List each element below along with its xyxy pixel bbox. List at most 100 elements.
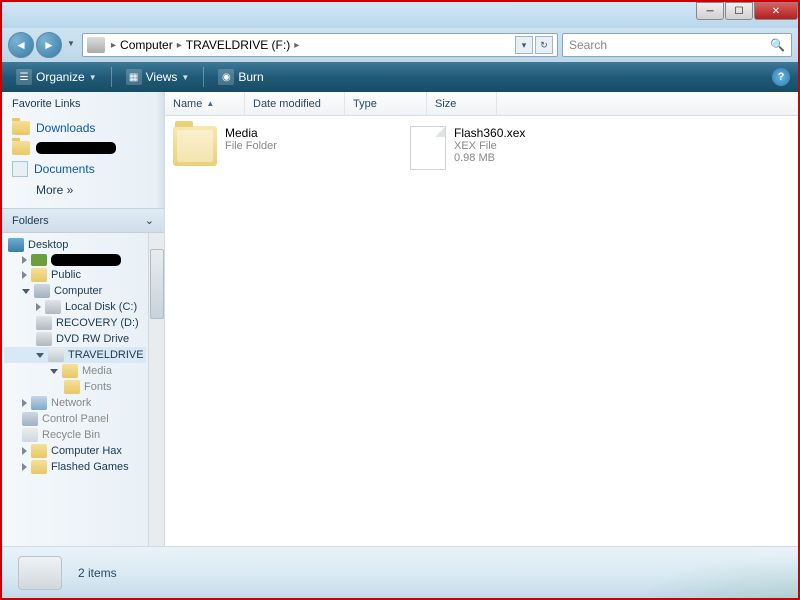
search-input[interactable]: Search 🔍 bbox=[562, 33, 792, 57]
breadcrumb-traveldrive[interactable]: TRAVELDRIVE (F:) bbox=[186, 38, 290, 52]
favorites-header: Favorite Links bbox=[2, 92, 164, 116]
column-size[interactable]: Size bbox=[427, 92, 497, 115]
tree-user-redacted[interactable] bbox=[4, 253, 146, 267]
search-placeholder: Search bbox=[569, 38, 607, 52]
expand-icon[interactable] bbox=[22, 256, 27, 264]
chevron-down-icon: ▼ bbox=[181, 73, 189, 82]
folder-icon bbox=[31, 268, 47, 282]
file-item-media[interactable]: Media File Folder bbox=[171, 124, 396, 168]
body-area: Favorite Links Downloads Documents More … bbox=[2, 92, 798, 546]
favorites-list: Downloads Documents More » bbox=[2, 116, 164, 208]
tree-network[interactable]: Network bbox=[4, 395, 146, 411]
chevron-down-icon: ▼ bbox=[89, 73, 97, 82]
explorer-window: ─ ☐ ✕ ◄ ► ▼ ▸ Computer ▸ TRAVELDRIVE (F:… bbox=[2, 2, 798, 598]
tree-recycle-bin[interactable]: Recycle Bin bbox=[4, 427, 146, 443]
window-controls: ─ ☐ ✕ bbox=[695, 2, 798, 20]
drive-icon bbox=[36, 316, 52, 330]
column-headers: Name▲ Date modified Type Size bbox=[165, 92, 798, 116]
file-list[interactable]: Media File Folder Flash360.xex XEX File … bbox=[165, 116, 798, 546]
chevron-down-icon: ⌄ bbox=[145, 214, 154, 227]
burn-button[interactable]: ◉ Burn bbox=[212, 66, 269, 88]
folder-icon bbox=[31, 444, 47, 458]
folder-icon bbox=[64, 380, 80, 394]
drive-icon bbox=[45, 300, 61, 314]
fav-redacted[interactable] bbox=[12, 138, 154, 158]
close-button[interactable]: ✕ bbox=[754, 2, 798, 20]
collapse-icon[interactable] bbox=[50, 369, 58, 374]
tree-public[interactable]: Public bbox=[4, 267, 146, 283]
scrollbar-thumb[interactable] bbox=[150, 249, 164, 319]
breadcrumb-computer[interactable]: Computer bbox=[120, 38, 173, 52]
minimize-button[interactable]: ─ bbox=[696, 2, 724, 20]
decorative-swoosh bbox=[598, 546, 798, 598]
help-button[interactable]: ? bbox=[772, 68, 790, 86]
tree-control-panel[interactable]: Control Panel bbox=[4, 411, 146, 427]
file-text: Flash360.xex XEX File 0.98 MB bbox=[454, 126, 525, 170]
toolbar-separator bbox=[111, 67, 112, 87]
network-icon bbox=[31, 396, 47, 410]
usb-drive-icon bbox=[48, 348, 64, 362]
folder-tree-area: Desktop Public Computer Local Disk (C:) … bbox=[2, 233, 164, 546]
tree-traveldrive[interactable]: TRAVELDRIVE ( bbox=[4, 347, 146, 363]
fav-more[interactable]: More » bbox=[12, 180, 154, 200]
breadcrumb-sep-icon: ▸ bbox=[111, 40, 116, 51]
file-item-flash360[interactable]: Flash360.xex XEX File 0.98 MB bbox=[404, 124, 629, 172]
collapse-icon[interactable] bbox=[36, 353, 44, 358]
tree-desktop[interactable]: Desktop bbox=[4, 237, 146, 253]
folder-tree: Desktop Public Computer Local Disk (C:) … bbox=[2, 233, 148, 546]
drive-icon bbox=[87, 37, 105, 53]
breadcrumb-dropdown-icon[interactable]: ▾ bbox=[515, 36, 533, 54]
expand-icon[interactable] bbox=[22, 271, 27, 279]
tree-computer-hax[interactable]: Computer Hax bbox=[4, 443, 146, 459]
expand-icon[interactable] bbox=[22, 463, 27, 471]
sidebar: Favorite Links Downloads Documents More … bbox=[2, 92, 165, 546]
command-toolbar: ☰ Organize ▼ ▦ Views ▼ ◉ Burn ? bbox=[2, 62, 798, 92]
column-date[interactable]: Date modified bbox=[245, 92, 345, 115]
tree-flashed-games[interactable]: Flashed Games bbox=[4, 459, 146, 475]
expand-icon[interactable] bbox=[22, 399, 27, 407]
back-button[interactable]: ◄ bbox=[8, 32, 34, 58]
drive-thumbnail-icon bbox=[18, 556, 62, 590]
views-icon: ▦ bbox=[126, 69, 142, 85]
nav-history-dropdown[interactable]: ▼ bbox=[64, 32, 78, 54]
tree-local-disk[interactable]: Local Disk (C:) bbox=[4, 299, 146, 315]
expand-icon[interactable] bbox=[22, 447, 27, 455]
folders-header[interactable]: Folders ⌄ bbox=[2, 208, 164, 233]
file-text: Media File Folder bbox=[225, 126, 277, 166]
tree-media[interactable]: Media bbox=[4, 363, 146, 379]
organize-button[interactable]: ☰ Organize ▼ bbox=[10, 66, 103, 88]
breadcrumb-bar[interactable]: ▸ Computer ▸ TRAVELDRIVE (F:) ▸ ▾ ↻ bbox=[82, 33, 558, 57]
tree-scrollbar[interactable] bbox=[148, 233, 164, 546]
breadcrumb-sep-icon: ▸ bbox=[294, 40, 299, 51]
redacted-text bbox=[51, 254, 121, 266]
column-name[interactable]: Name▲ bbox=[165, 92, 245, 115]
sort-arrow-icon: ▲ bbox=[206, 99, 214, 108]
expand-icon[interactable] bbox=[36, 303, 41, 311]
maximize-button[interactable]: ☐ bbox=[725, 2, 753, 20]
desktop-icon bbox=[8, 238, 24, 252]
breadcrumb-sep-icon: ▸ bbox=[177, 40, 182, 51]
fav-downloads[interactable]: Downloads bbox=[12, 118, 154, 138]
nav-buttons: ◄ ► ▼ bbox=[8, 32, 78, 58]
tree-fonts[interactable]: Fonts bbox=[4, 379, 146, 395]
tree-computer[interactable]: Computer bbox=[4, 283, 146, 299]
column-type[interactable]: Type bbox=[345, 92, 427, 115]
address-bar: ◄ ► ▼ ▸ Computer ▸ TRAVELDRIVE (F:) ▸ ▾ … bbox=[2, 28, 798, 62]
tree-recovery[interactable]: RECOVERY (D:) bbox=[4, 315, 146, 331]
redacted-text bbox=[36, 142, 116, 154]
views-button[interactable]: ▦ Views ▼ bbox=[120, 66, 196, 88]
folder-icon bbox=[12, 141, 30, 155]
recycle-bin-icon bbox=[22, 428, 38, 442]
status-item-count: 2 items bbox=[78, 566, 117, 580]
dvd-icon bbox=[36, 332, 52, 346]
search-icon: 🔍 bbox=[770, 38, 785, 52]
refresh-button[interactable]: ↻ bbox=[535, 36, 553, 54]
folder-icon bbox=[12, 121, 30, 135]
collapse-icon[interactable] bbox=[22, 289, 30, 294]
folder-icon bbox=[31, 460, 47, 474]
tree-dvd[interactable]: DVD RW Drive bbox=[4, 331, 146, 347]
folder-icon bbox=[173, 126, 217, 166]
fav-documents[interactable]: Documents bbox=[12, 158, 154, 180]
content-pane: Name▲ Date modified Type Size Media File… bbox=[165, 92, 798, 546]
forward-button[interactable]: ► bbox=[36, 32, 62, 58]
